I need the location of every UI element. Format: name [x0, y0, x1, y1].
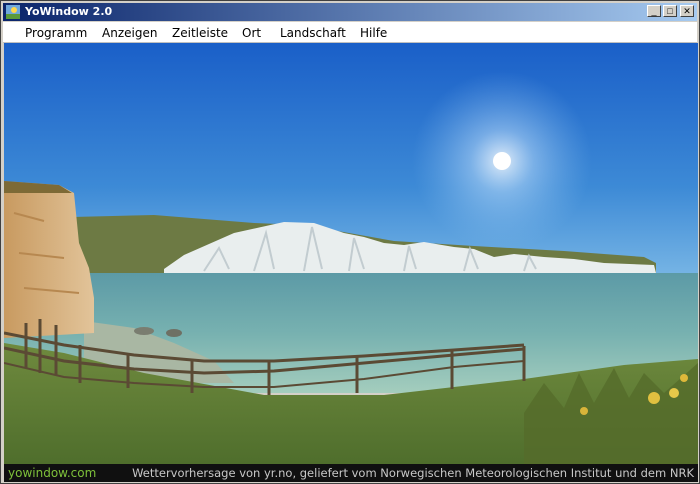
close-button[interactable]: ✕ [680, 5, 694, 17]
app-icon [6, 5, 20, 19]
menu-hilfe[interactable]: Hilfe [360, 26, 387, 40]
menu-zeitleiste[interactable]: Zeitleiste [172, 26, 228, 40]
sun-icon [493, 152, 511, 170]
menu-bar: Programm Anzeigen Zeitleiste Ort Landsch… [3, 22, 697, 43]
website-link[interactable]: yowindow.com [8, 466, 96, 480]
minimize-button[interactable]: _ [647, 5, 661, 17]
menu-ort[interactable]: Ort [242, 26, 261, 40]
window-title: YoWindow 2.0 [25, 5, 113, 18]
menu-anzeigen[interactable]: Anzeigen [102, 26, 157, 40]
maximize-button[interactable]: □ [663, 5, 677, 17]
app-window: YoWindow 2.0 _ □ ✕ Programm Anzeigen Zei… [0, 0, 700, 484]
menu-landschaft[interactable]: Landschaft [280, 26, 346, 40]
title-bar[interactable]: YoWindow 2.0 _ □ ✕ [3, 3, 697, 21]
weather-scene[interactable] [4, 43, 698, 464]
landscape-view [4, 43, 698, 464]
forecast-credit[interactable]: Wettervorhersage von yr.no, geliefert vo… [132, 466, 694, 480]
menu-programm[interactable]: Programm [25, 26, 87, 40]
status-bar: yowindow.com Wettervorhersage von yr.no,… [4, 464, 698, 482]
